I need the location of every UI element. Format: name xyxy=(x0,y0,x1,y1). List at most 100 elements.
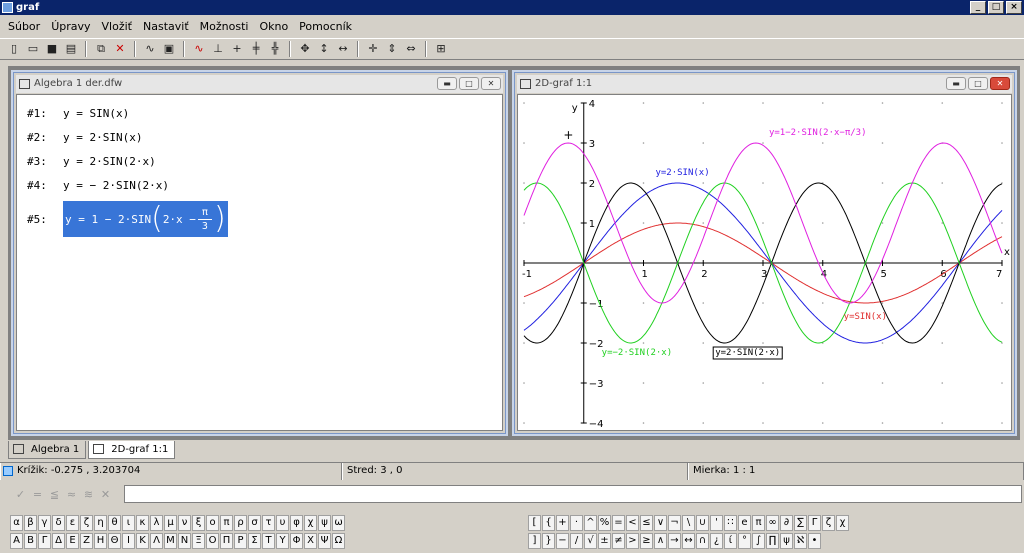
greek2-symbol-button[interactable]: Μ xyxy=(164,533,177,549)
zoom-in-vertical-icon[interactable]: ⇕ xyxy=(384,41,400,57)
expression-entry-input[interactable] xyxy=(124,485,1022,503)
greek1-symbol-button[interactable]: η xyxy=(94,515,107,531)
greek2-symbol-button[interactable]: Ε xyxy=(66,533,79,549)
greek1-symbol-button[interactable]: τ xyxy=(262,515,275,531)
axes-icon[interactable]: ⊥ xyxy=(210,41,226,57)
zoom-vertical-icon[interactable]: ↕ xyxy=(316,41,332,57)
algebra-maximize-button[interactable]: □ xyxy=(459,77,479,90)
plot-canvas[interactable]: -1 1 2 3 4 5 6 74321−1−2−3−4xyy=1−2·SIN(2·x−π/3… xyxy=(518,95,1011,432)
greek1-symbol-button[interactable]: ζ xyxy=(80,515,93,531)
greek1-symbol-button[interactable]: β xyxy=(24,515,37,531)
ops1-symbol-button[interactable]: χ xyxy=(836,515,849,531)
greek2-symbol-button[interactable]: Ω xyxy=(332,533,345,549)
greek1-symbol-button[interactable]: ψ xyxy=(318,515,331,531)
ops1-symbol-button[interactable]: ∷ xyxy=(724,515,737,531)
ops2-symbol-button[interactable]: → xyxy=(668,533,681,549)
greek1-symbol-button[interactable]: ε xyxy=(66,515,79,531)
greek2-symbol-button[interactable]: Ρ xyxy=(234,533,247,549)
greek2-symbol-button[interactable]: Κ xyxy=(136,533,149,549)
ops2-symbol-button[interactable]: ° xyxy=(738,533,751,549)
greek2-symbol-button[interactable]: Η xyxy=(94,533,107,549)
ops1-symbol-button[interactable]: ∑ xyxy=(794,515,807,531)
ops2-symbol-button[interactable]: ≥ xyxy=(640,533,653,549)
simplify-icon[interactable]: ≦ xyxy=(48,488,61,501)
greek2-symbol-button[interactable]: Λ xyxy=(150,533,163,549)
menu-pomocnik[interactable]: Pomocník xyxy=(299,20,352,33)
greek1-symbol-button[interactable]: ω xyxy=(332,515,345,531)
greek1-symbol-button[interactable]: α xyxy=(10,515,23,531)
ops1-symbol-button[interactable]: ∞ xyxy=(766,515,779,531)
close-button[interactable]: × xyxy=(1006,1,1022,14)
greek2-symbol-button[interactable]: Ι xyxy=(122,533,135,549)
greek1-symbol-button[interactable]: υ xyxy=(276,515,289,531)
greek1-symbol-button[interactable]: γ xyxy=(38,515,51,531)
ops2-symbol-button[interactable]: • xyxy=(808,533,821,549)
delete-icon[interactable]: ✕ xyxy=(112,41,128,57)
expression-4[interactable]: #4: y = − 2·SIN(2·x) xyxy=(27,179,169,192)
greek2-symbol-button[interactable]: Χ xyxy=(304,533,317,549)
ops2-symbol-button[interactable]: ± xyxy=(598,533,611,549)
greek2-symbol-button[interactable]: Υ xyxy=(276,533,289,549)
greek2-symbol-button[interactable]: Φ xyxy=(290,533,303,549)
ops2-symbol-button[interactable]: ] xyxy=(528,533,541,549)
ops2-symbol-button[interactable]: ∏ xyxy=(766,533,779,549)
greek2-symbol-button[interactable]: Π xyxy=(220,533,233,549)
greek1-symbol-button[interactable]: θ xyxy=(108,515,121,531)
menu-okno[interactable]: Okno xyxy=(259,20,288,33)
ops2-symbol-button[interactable]: ψ xyxy=(780,533,793,549)
menu-vlozit[interactable]: Vložiť xyxy=(102,20,132,33)
ops1-symbol-button[interactable]: e xyxy=(738,515,751,531)
ops2-symbol-button[interactable]: ≠ xyxy=(612,533,625,549)
ops1-symbol-button[interactable]: π xyxy=(752,515,765,531)
ops1-symbol-button[interactable]: % xyxy=(598,515,611,531)
ops1-symbol-button[interactable]: · xyxy=(570,515,583,531)
ops1-symbol-button[interactable]: < xyxy=(626,515,639,531)
ops1-symbol-button[interactable]: ' xyxy=(710,515,723,531)
trace-icon[interactable]: ╬ xyxy=(267,41,283,57)
print-icon[interactable]: ▤ xyxy=(63,41,79,57)
plot-icon[interactable]: ∿ xyxy=(142,41,158,57)
ops1-symbol-button[interactable]: ¬ xyxy=(668,515,681,531)
ops2-symbol-button[interactable]: > xyxy=(626,533,639,549)
menu-nastavit[interactable]: Nastaviť xyxy=(143,20,189,33)
greek1-symbol-button[interactable]: μ xyxy=(164,515,177,531)
greek2-symbol-button[interactable]: Β xyxy=(24,533,37,549)
greek1-symbol-button[interactable]: ι xyxy=(122,515,135,531)
ops1-symbol-button[interactable]: ∂ xyxy=(780,515,793,531)
maximize-button[interactable]: □ xyxy=(988,1,1004,14)
approx-simplify-icon[interactable]: ≋ xyxy=(82,488,95,501)
ops2-symbol-button[interactable]: √ xyxy=(584,533,597,549)
greek2-symbol-button[interactable]: Α xyxy=(10,533,23,549)
ops1-symbol-button[interactable]: [ xyxy=(528,515,541,531)
approx-icon[interactable]: ≈ xyxy=(65,488,78,501)
graph-minimize-button[interactable]: ▬ xyxy=(946,77,966,90)
ops1-symbol-button[interactable]: Γ xyxy=(808,515,821,531)
ops1-symbol-button[interactable]: { xyxy=(542,515,555,531)
tab-graph[interactable]: 2D-graf 1:1 xyxy=(88,441,176,459)
tab-algebra[interactable]: Algebra 1 xyxy=(8,441,87,459)
grid-cross-icon[interactable]: ╪ xyxy=(248,41,264,57)
ops1-symbol-button[interactable]: ζ xyxy=(822,515,835,531)
graph-maximize-button[interactable]: □ xyxy=(968,77,988,90)
greek1-symbol-button[interactable]: λ xyxy=(150,515,163,531)
ops2-symbol-button[interactable]: − xyxy=(556,533,569,549)
algebra-window-titlebar[interactable]: Algebra 1 der.dfw ▬ □ ✕ xyxy=(16,75,503,93)
ops2-symbol-button[interactable]: ∫ xyxy=(752,533,765,549)
expression-2[interactable]: #2: y = 2·SIN(x) xyxy=(27,131,142,144)
ops1-symbol-button[interactable]: ∪ xyxy=(696,515,709,531)
greek2-symbol-button[interactable]: Ψ xyxy=(318,533,331,549)
greek1-symbol-button[interactable]: δ xyxy=(52,515,65,531)
ops1-symbol-button[interactable]: \ xyxy=(682,515,695,531)
greek2-symbol-button[interactable]: Ξ xyxy=(192,533,205,549)
window-layout-icon[interactable]: ⊞ xyxy=(433,41,449,57)
zoom-in-icon[interactable]: ✛ xyxy=(365,41,381,57)
graph-client[interactable]: -1 1 2 3 4 5 6 7 4 3 2 1 −1 −2 −3 −4 x y y=1−2·SIN(2·x−π/3… xyxy=(517,94,1012,431)
greek1-symbol-button[interactable]: π xyxy=(220,515,233,531)
greek2-symbol-button[interactable]: Σ xyxy=(248,533,261,549)
graph-icon[interactable]: ∿ xyxy=(191,41,207,57)
greek2-symbol-button[interactable]: Θ xyxy=(108,533,121,549)
greek1-symbol-button[interactable]: σ xyxy=(248,515,261,531)
minimize-button[interactable]: _ xyxy=(970,1,986,14)
ops2-symbol-button[interactable]: } xyxy=(542,533,555,549)
greek1-symbol-button[interactable]: ν xyxy=(178,515,191,531)
